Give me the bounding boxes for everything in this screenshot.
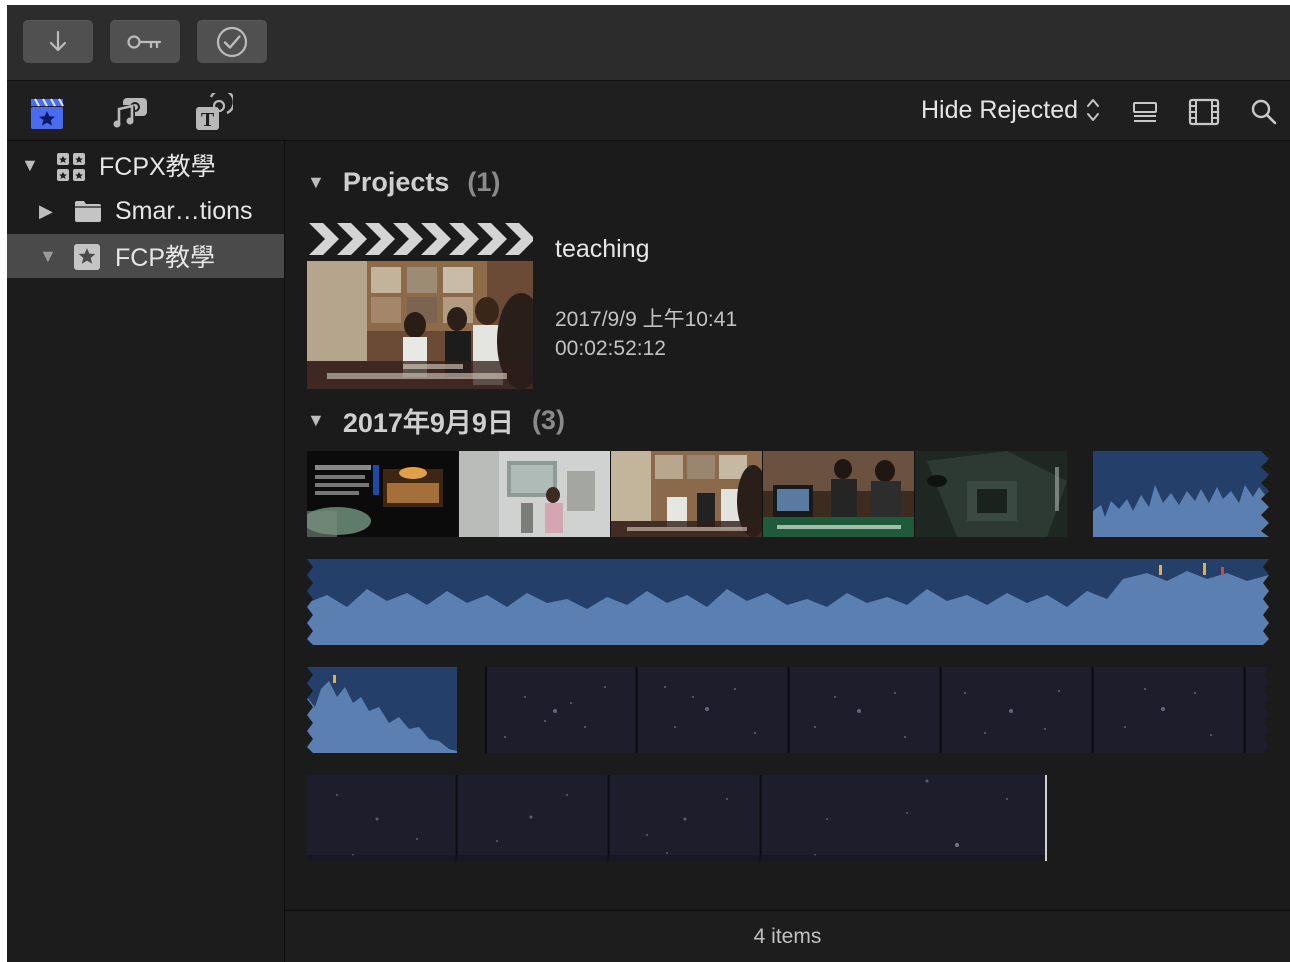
clip-audio-intro[interactable]	[307, 667, 457, 753]
search-icon	[1251, 99, 1277, 125]
svg-text:T: T	[201, 109, 215, 131]
filmstrip-view-button[interactable]	[1187, 97, 1221, 127]
libraries-sidebar: ▼ FCPX教學 ▶ Smar…tions ▼ FCP教學	[7, 141, 285, 962]
disclosure-open-icon[interactable]: ▼	[307, 172, 325, 193]
clip-filter-popup[interactable]: Hide Rejected	[921, 95, 1100, 125]
keywords-button[interactable]	[110, 20, 180, 63]
list-view-button[interactable]	[1128, 97, 1162, 127]
clip-filter-label: Hide Rejected	[920, 95, 1078, 124]
disclosure-closed-icon[interactable]: ▶	[39, 201, 53, 222]
browser-content: ▼ Projects (1) teaching 2017/9/9 上午10:41…	[285, 141, 1290, 962]
library-grid-icon	[57, 153, 85, 181]
disclosure-open-icon[interactable]: ▼	[307, 410, 325, 431]
app-window: T Hide Rejected ▼ FCPX教學 ▶ Smar…tions ▼ …	[7, 5, 1290, 962]
chevron-up-down-icon	[1087, 99, 1099, 121]
sidebar-item-library[interactable]: ▼ FCPX教學	[7, 143, 284, 187]
projects-section-header[interactable]: ▼ Projects (1)	[307, 167, 500, 198]
checkmark-circle-icon	[216, 26, 248, 57]
project-clapper-icon	[307, 219, 533, 259]
sidebar-item-label: FCP教學	[115, 244, 216, 272]
photos-audio-tab[interactable]	[110, 93, 150, 133]
audio-waveform	[307, 559, 1269, 645]
audio-waveform	[1093, 451, 1269, 537]
section-count: (3)	[531, 405, 565, 435]
clip-frame-thumbnails	[307, 775, 1063, 861]
date-group-header[interactable]: ▼ 2017年9月9日 (3)	[307, 401, 565, 440]
project-name: teaching	[555, 235, 650, 263]
clip-filmstrip[interactable]	[303, 451, 1067, 537]
import-button[interactable]	[23, 20, 93, 63]
background-tasks-button[interactable]	[197, 20, 267, 63]
section-count: (1)	[467, 167, 501, 197]
filmstrip-view-icon	[1188, 98, 1220, 126]
clip-starfield[interactable]	[485, 667, 1269, 753]
key-icon	[127, 34, 162, 49]
top-toolbar	[7, 5, 1290, 81]
disclosure-open-icon[interactable]: ▼	[39, 246, 57, 267]
list-view-icon	[1133, 102, 1157, 122]
download-arrow-icon	[49, 30, 67, 51]
disclosure-open-icon[interactable]: ▼	[21, 155, 39, 176]
folder-icon	[75, 201, 101, 222]
clip-audio-short[interactable]	[1093, 451, 1269, 537]
browser-header: T Hide Rejected	[7, 81, 1290, 141]
clip-starfield-continued[interactable]	[307, 775, 1063, 861]
music-camera-icon	[113, 98, 147, 129]
project-duration: 00:02:52:12	[555, 337, 666, 360]
titles-generators-tab[interactable]: T	[193, 93, 233, 133]
sidebar-item-label: Smar…tions	[115, 196, 253, 225]
sidebar-item-label: FCPX教學	[99, 153, 216, 181]
project-thumbnail	[307, 261, 533, 389]
sidebar-item-smart-collections[interactable]: ▶ Smar…tions	[7, 189, 284, 233]
clip-audio-long[interactable]	[307, 559, 1269, 645]
search-button[interactable]	[1247, 97, 1281, 127]
section-title: 2017年9月9日	[342, 408, 514, 438]
sidebar-item-event[interactable]: ▼ FCP教學	[7, 234, 284, 278]
title-t-icon: T	[196, 93, 233, 131]
section-title: Projects	[342, 167, 450, 197]
clip-frame-thumbnails	[303, 451, 1067, 537]
event-star-icon	[74, 244, 100, 270]
clip-frame-thumbnails	[485, 667, 1269, 753]
status-bar: 4 items	[285, 910, 1290, 962]
item-count: 4 items	[753, 924, 822, 948]
project-item[interactable]: teaching 2017/9/9 上午10:41 00:02:52:12	[307, 219, 777, 391]
clapper-star-icon	[31, 98, 64, 129]
project-date: 2017/9/9 上午10:41	[555, 308, 738, 331]
audio-waveform	[307, 667, 457, 753]
libraries-tab[interactable]	[27, 93, 67, 133]
